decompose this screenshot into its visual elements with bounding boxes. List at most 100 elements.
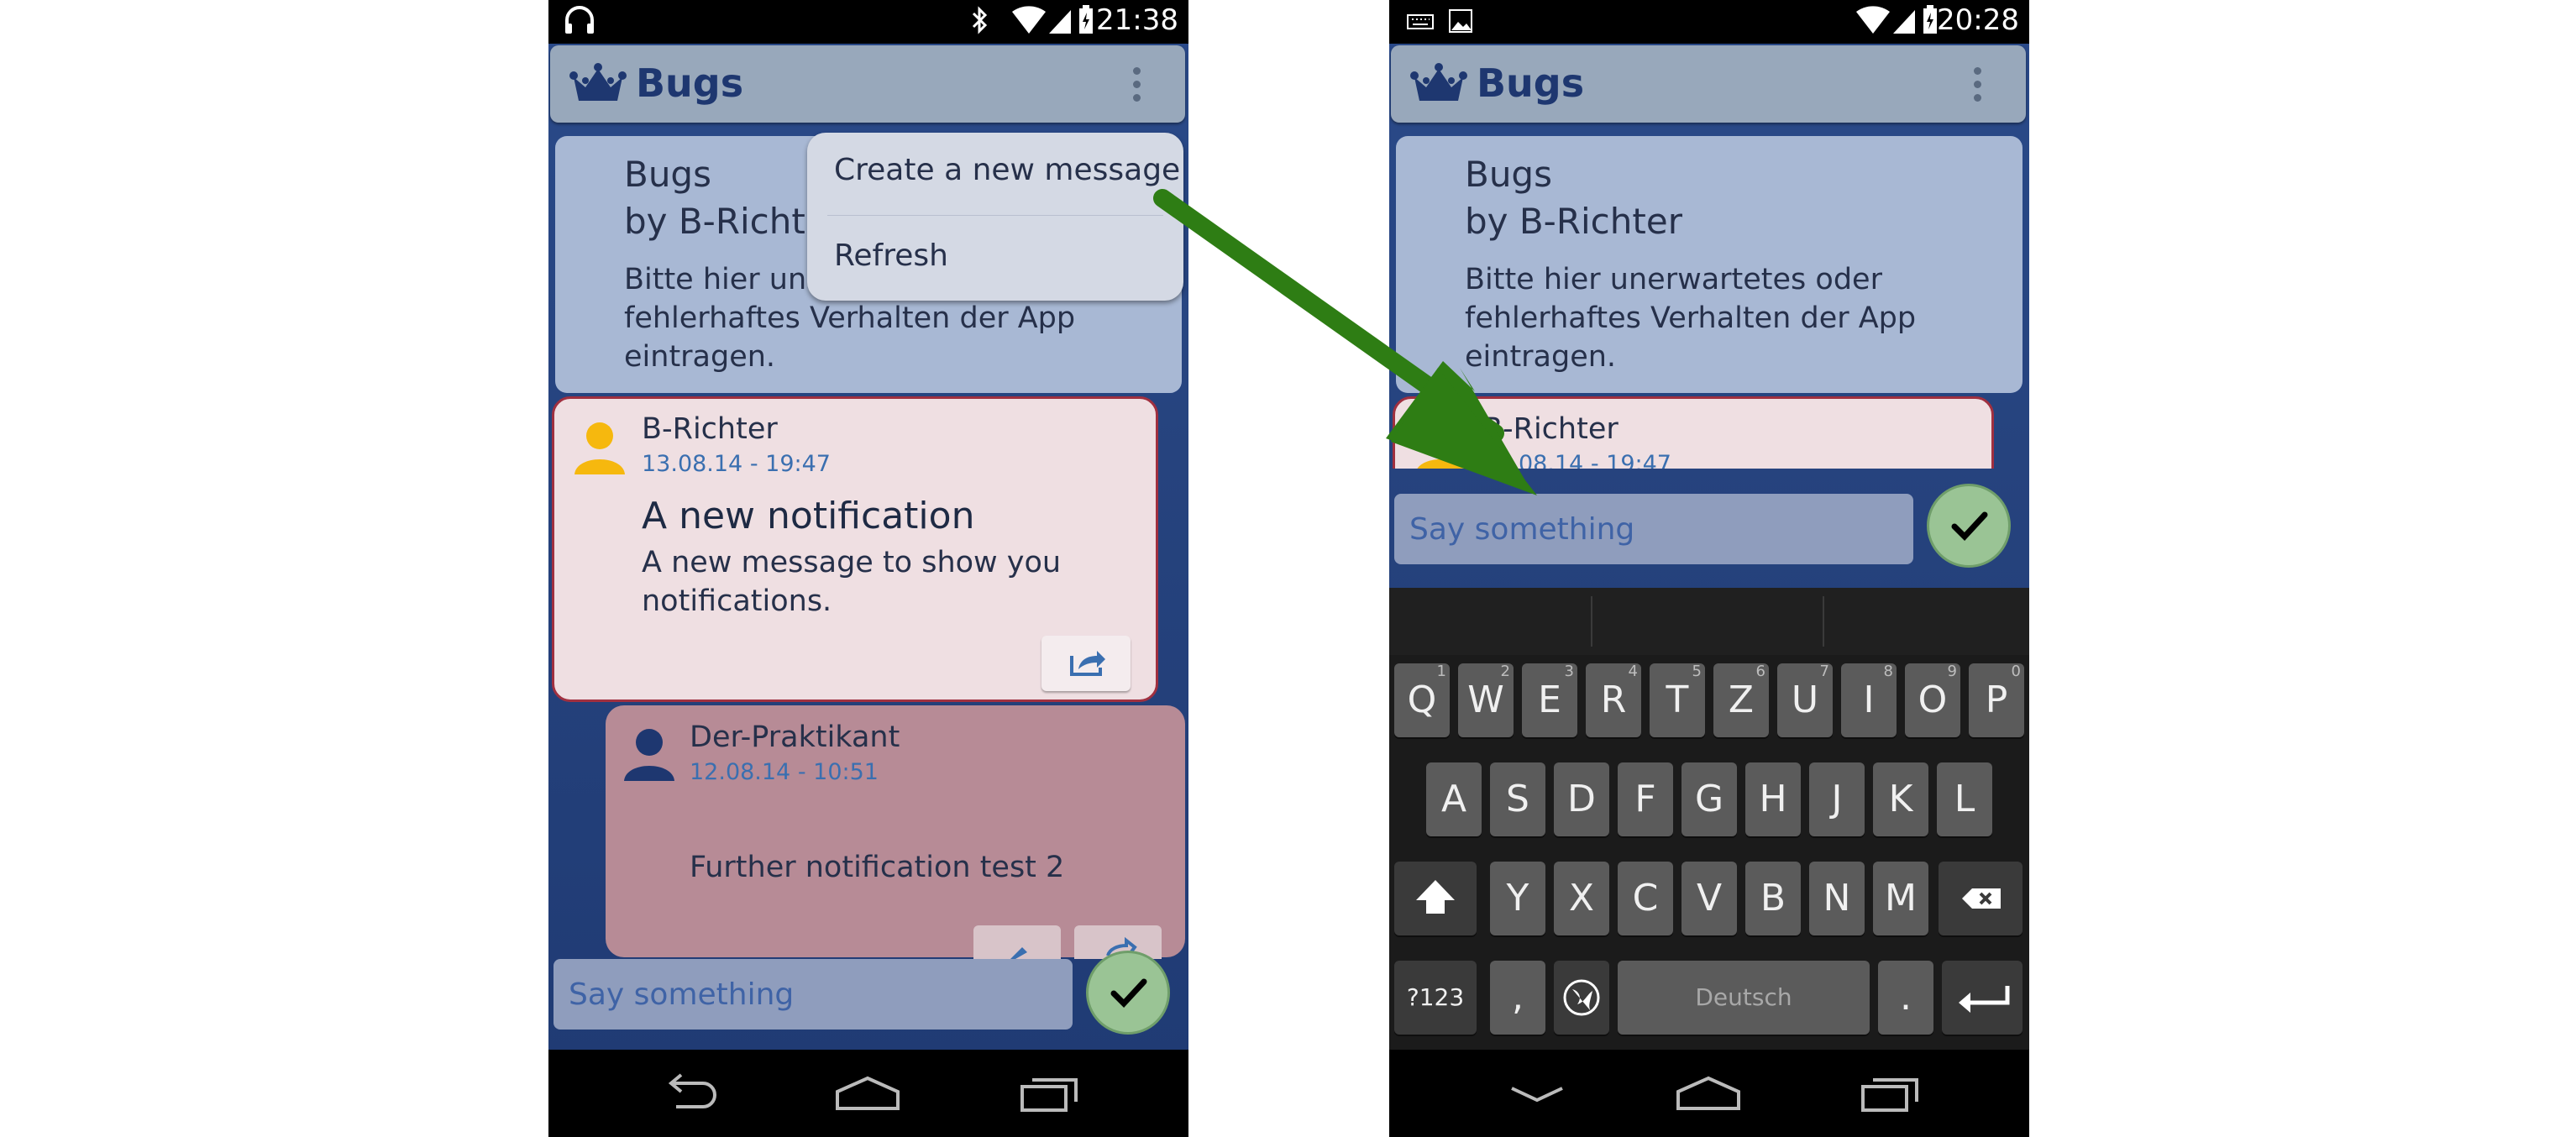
key-k[interactable]: K — [1873, 762, 1928, 836]
home-icon[interactable] — [834, 1072, 901, 1113]
message-input-box[interactable] — [1394, 494, 1913, 564]
share-button[interactable] — [1041, 636, 1131, 691]
recent-apps-icon[interactable] — [1017, 1072, 1084, 1113]
enter-key[interactable] — [1942, 961, 2023, 1035]
clock: 21:38 — [1096, 3, 1178, 37]
key-b[interactable]: B — [1745, 862, 1801, 935]
key-f[interactable]: F — [1618, 762, 1673, 836]
message-input[interactable] — [553, 959, 1073, 1030]
edit-button[interactable] — [973, 925, 1061, 959]
send-button[interactable] — [1086, 951, 1170, 1035]
battery-icon — [1922, 5, 1939, 42]
key-d[interactable]: D — [1554, 762, 1609, 836]
menu-item-create-message[interactable]: Create a new message — [834, 153, 1180, 187]
home-icon[interactable] — [1675, 1072, 1742, 1113]
key-m[interactable]: M — [1873, 862, 1928, 935]
key-w[interactable]: W2 — [1458, 663, 1514, 737]
key-s[interactable]: S — [1490, 762, 1545, 836]
message-input[interactable] — [1394, 494, 1913, 564]
message-author: Der-Praktikant — [690, 720, 900, 754]
key-l[interactable]: L — [1937, 762, 1992, 836]
key-j[interactable]: J — [1809, 762, 1865, 836]
key-n[interactable]: N — [1809, 862, 1865, 935]
menu-item-refresh[interactable]: Refresh — [834, 238, 948, 273]
key-hint: 6 — [1755, 663, 1765, 680]
action-bar: Bugs — [1391, 45, 2026, 123]
headphones-icon — [564, 5, 595, 42]
shift-key[interactable] — [1394, 862, 1477, 935]
overflow-menu: Create a new message Refresh — [807, 133, 1183, 301]
phone-screen-left: 21:38 Bugs Bugs by B-Richter Bitte hier … — [548, 0, 1188, 1137]
hide-keyboard-icon[interactable] — [1503, 1072, 1571, 1113]
key-label: X — [1568, 877, 1595, 920]
crown-logo-icon — [1409, 62, 1468, 107]
period-key[interactable]: . — [1878, 961, 1933, 1035]
message-card: B-Richter 13.08.14 - 19:47 — [1393, 396, 1994, 469]
key-label: Deutsch — [1695, 983, 1792, 1011]
key-x[interactable]: X — [1554, 862, 1609, 935]
message-title: A new notification — [642, 495, 975, 537]
space-key[interactable]: Deutsch — [1618, 961, 1870, 1035]
symbols-key[interactable]: ?123 — [1394, 961, 1477, 1035]
key-label: D — [1567, 778, 1596, 820]
key-label: T — [1666, 679, 1689, 721]
key-label: C — [1632, 877, 1659, 920]
key-label: M — [1885, 877, 1917, 920]
key-g[interactable]: G — [1681, 762, 1737, 836]
annotation-arrow — [1153, 189, 1537, 495]
key-hint: 1 — [1436, 663, 1446, 680]
key-e[interactable]: E3 — [1522, 663, 1577, 737]
key-c[interactable]: C — [1618, 862, 1673, 935]
message-body: A new message to show you notifications. — [642, 546, 1062, 618]
key-r[interactable]: R4 — [1586, 663, 1641, 737]
key-label: , — [1512, 976, 1524, 1019]
info-title: Bugs by B-Richter — [1465, 151, 1682, 245]
share-icon — [1070, 651, 1105, 676]
backspace-key[interactable] — [1939, 862, 2023, 935]
user-avatar-icon — [1414, 419, 1467, 469]
key-p[interactable]: P0 — [1969, 663, 2024, 737]
navigation-bar — [548, 1050, 1188, 1137]
key-label: Z — [1728, 679, 1755, 721]
key-v[interactable]: V — [1681, 862, 1737, 935]
key-y[interactable]: Y — [1490, 862, 1545, 935]
overflow-menu-icon[interactable] — [1974, 67, 1982, 104]
user-avatar-icon — [622, 726, 676, 786]
key-h[interactable]: H — [1745, 762, 1801, 836]
key-hint: 7 — [1819, 663, 1829, 680]
key-label: A — [1440, 778, 1467, 820]
bluetooth-icon — [970, 5, 989, 42]
key-label: P — [1985, 679, 2008, 721]
checkmark-icon — [1110, 978, 1147, 1009]
key-label: R — [1600, 679, 1627, 721]
key-a[interactable]: A — [1426, 762, 1482, 836]
key-q[interactable]: Q1 — [1394, 663, 1450, 737]
clock: 20:28 — [1937, 3, 2019, 37]
signal-icon — [1891, 5, 1917, 42]
send-button[interactable] — [1927, 484, 2011, 568]
key-o[interactable]: O9 — [1905, 663, 1960, 737]
key-u[interactable]: U7 — [1777, 663, 1833, 737]
message-input-box[interactable] — [553, 959, 1073, 1030]
message-body: Further notification test 2 — [690, 851, 1065, 884]
key-t[interactable]: T5 — [1650, 663, 1705, 737]
key-hint: 3 — [1564, 663, 1574, 680]
info-description: Bitte hier unerwartetes oder fehlerhafte… — [1465, 263, 1917, 374]
info-title-line1: Bugs — [1465, 154, 1552, 195]
overflow-menu-icon[interactable] — [1133, 67, 1141, 104]
image-notification-icon — [1448, 5, 1473, 42]
key-i[interactable]: I8 — [1841, 663, 1897, 737]
menu-divider — [827, 215, 1163, 216]
key-label: H — [1759, 778, 1787, 820]
comma-key[interactable]: , — [1490, 961, 1545, 1035]
back-icon[interactable] — [656, 1072, 723, 1113]
language-key[interactable] — [1554, 961, 1609, 1035]
recent-apps-icon[interactable] — [1858, 1072, 1925, 1113]
key-z[interactable]: Z6 — [1713, 663, 1769, 737]
message-date: 13.08.14 - 19:47 — [1482, 451, 1671, 469]
key-label: O — [1918, 679, 1948, 721]
key-label: B — [1760, 877, 1786, 920]
status-bar: 20:28 — [1389, 0, 2029, 44]
key-hint: 5 — [1692, 663, 1702, 680]
key-label: Q — [1407, 679, 1437, 721]
